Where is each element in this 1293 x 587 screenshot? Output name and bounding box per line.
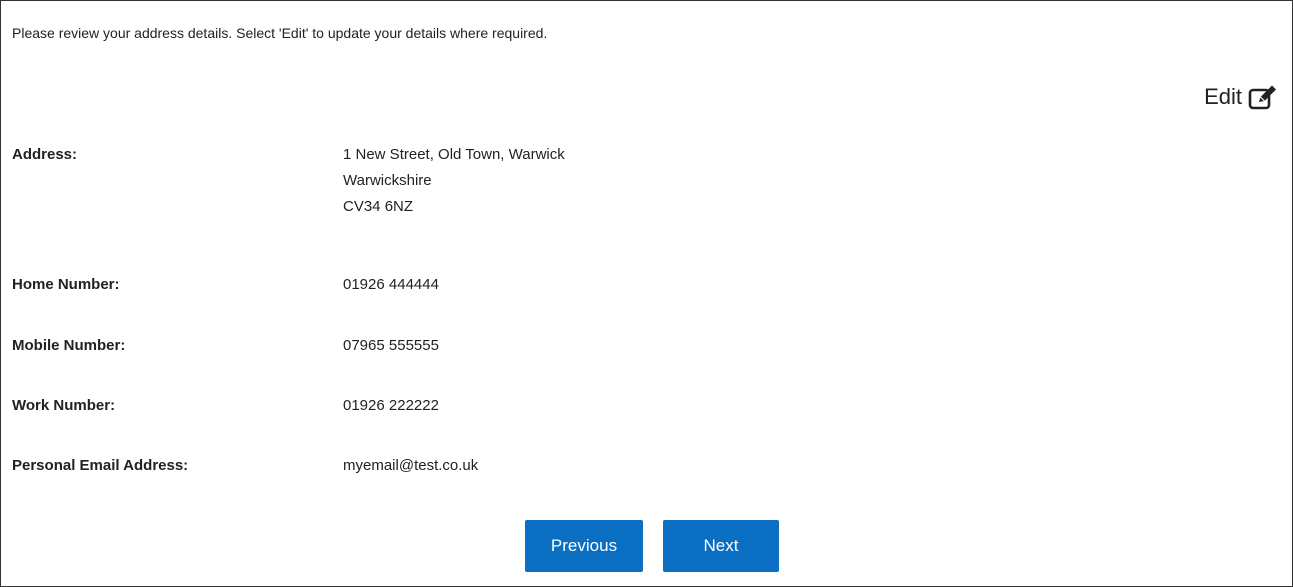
edit-link[interactable]: Edit	[1204, 84, 1278, 110]
personal-email-label: Personal Email Address:	[12, 457, 189, 474]
address-line-2: Warwickshire	[343, 172, 432, 189]
mobile-number-label: Mobile Number:	[12, 337, 126, 354]
edit-label: Edit	[1204, 84, 1242, 109]
address-line-3: CV34 6NZ	[343, 198, 414, 215]
intro-text: Please review your address details. Sele…	[12, 25, 548, 41]
work-number-label: Work Number:	[12, 397, 116, 414]
edit-icon	[1248, 84, 1278, 110]
address-label: Address:	[12, 146, 78, 163]
review-address-panel: Please review your address details. Sele…	[0, 0, 1293, 587]
mobile-number-value: 07965 555555	[343, 337, 439, 354]
next-button[interactable]: Next	[663, 520, 779, 572]
home-number-value: 01926 444444	[343, 276, 439, 293]
previous-button[interactable]: Previous	[525, 520, 643, 572]
home-number-label: Home Number:	[12, 276, 120, 293]
address-value: 1 New Street, Old Town, Warwick Warwicks…	[343, 142, 565, 220]
work-number-value: 01926 222222	[343, 397, 439, 414]
personal-email-value: myemail@test.co.uk	[343, 457, 479, 474]
address-line-1: 1 New Street, Old Town, Warwick	[343, 146, 565, 163]
